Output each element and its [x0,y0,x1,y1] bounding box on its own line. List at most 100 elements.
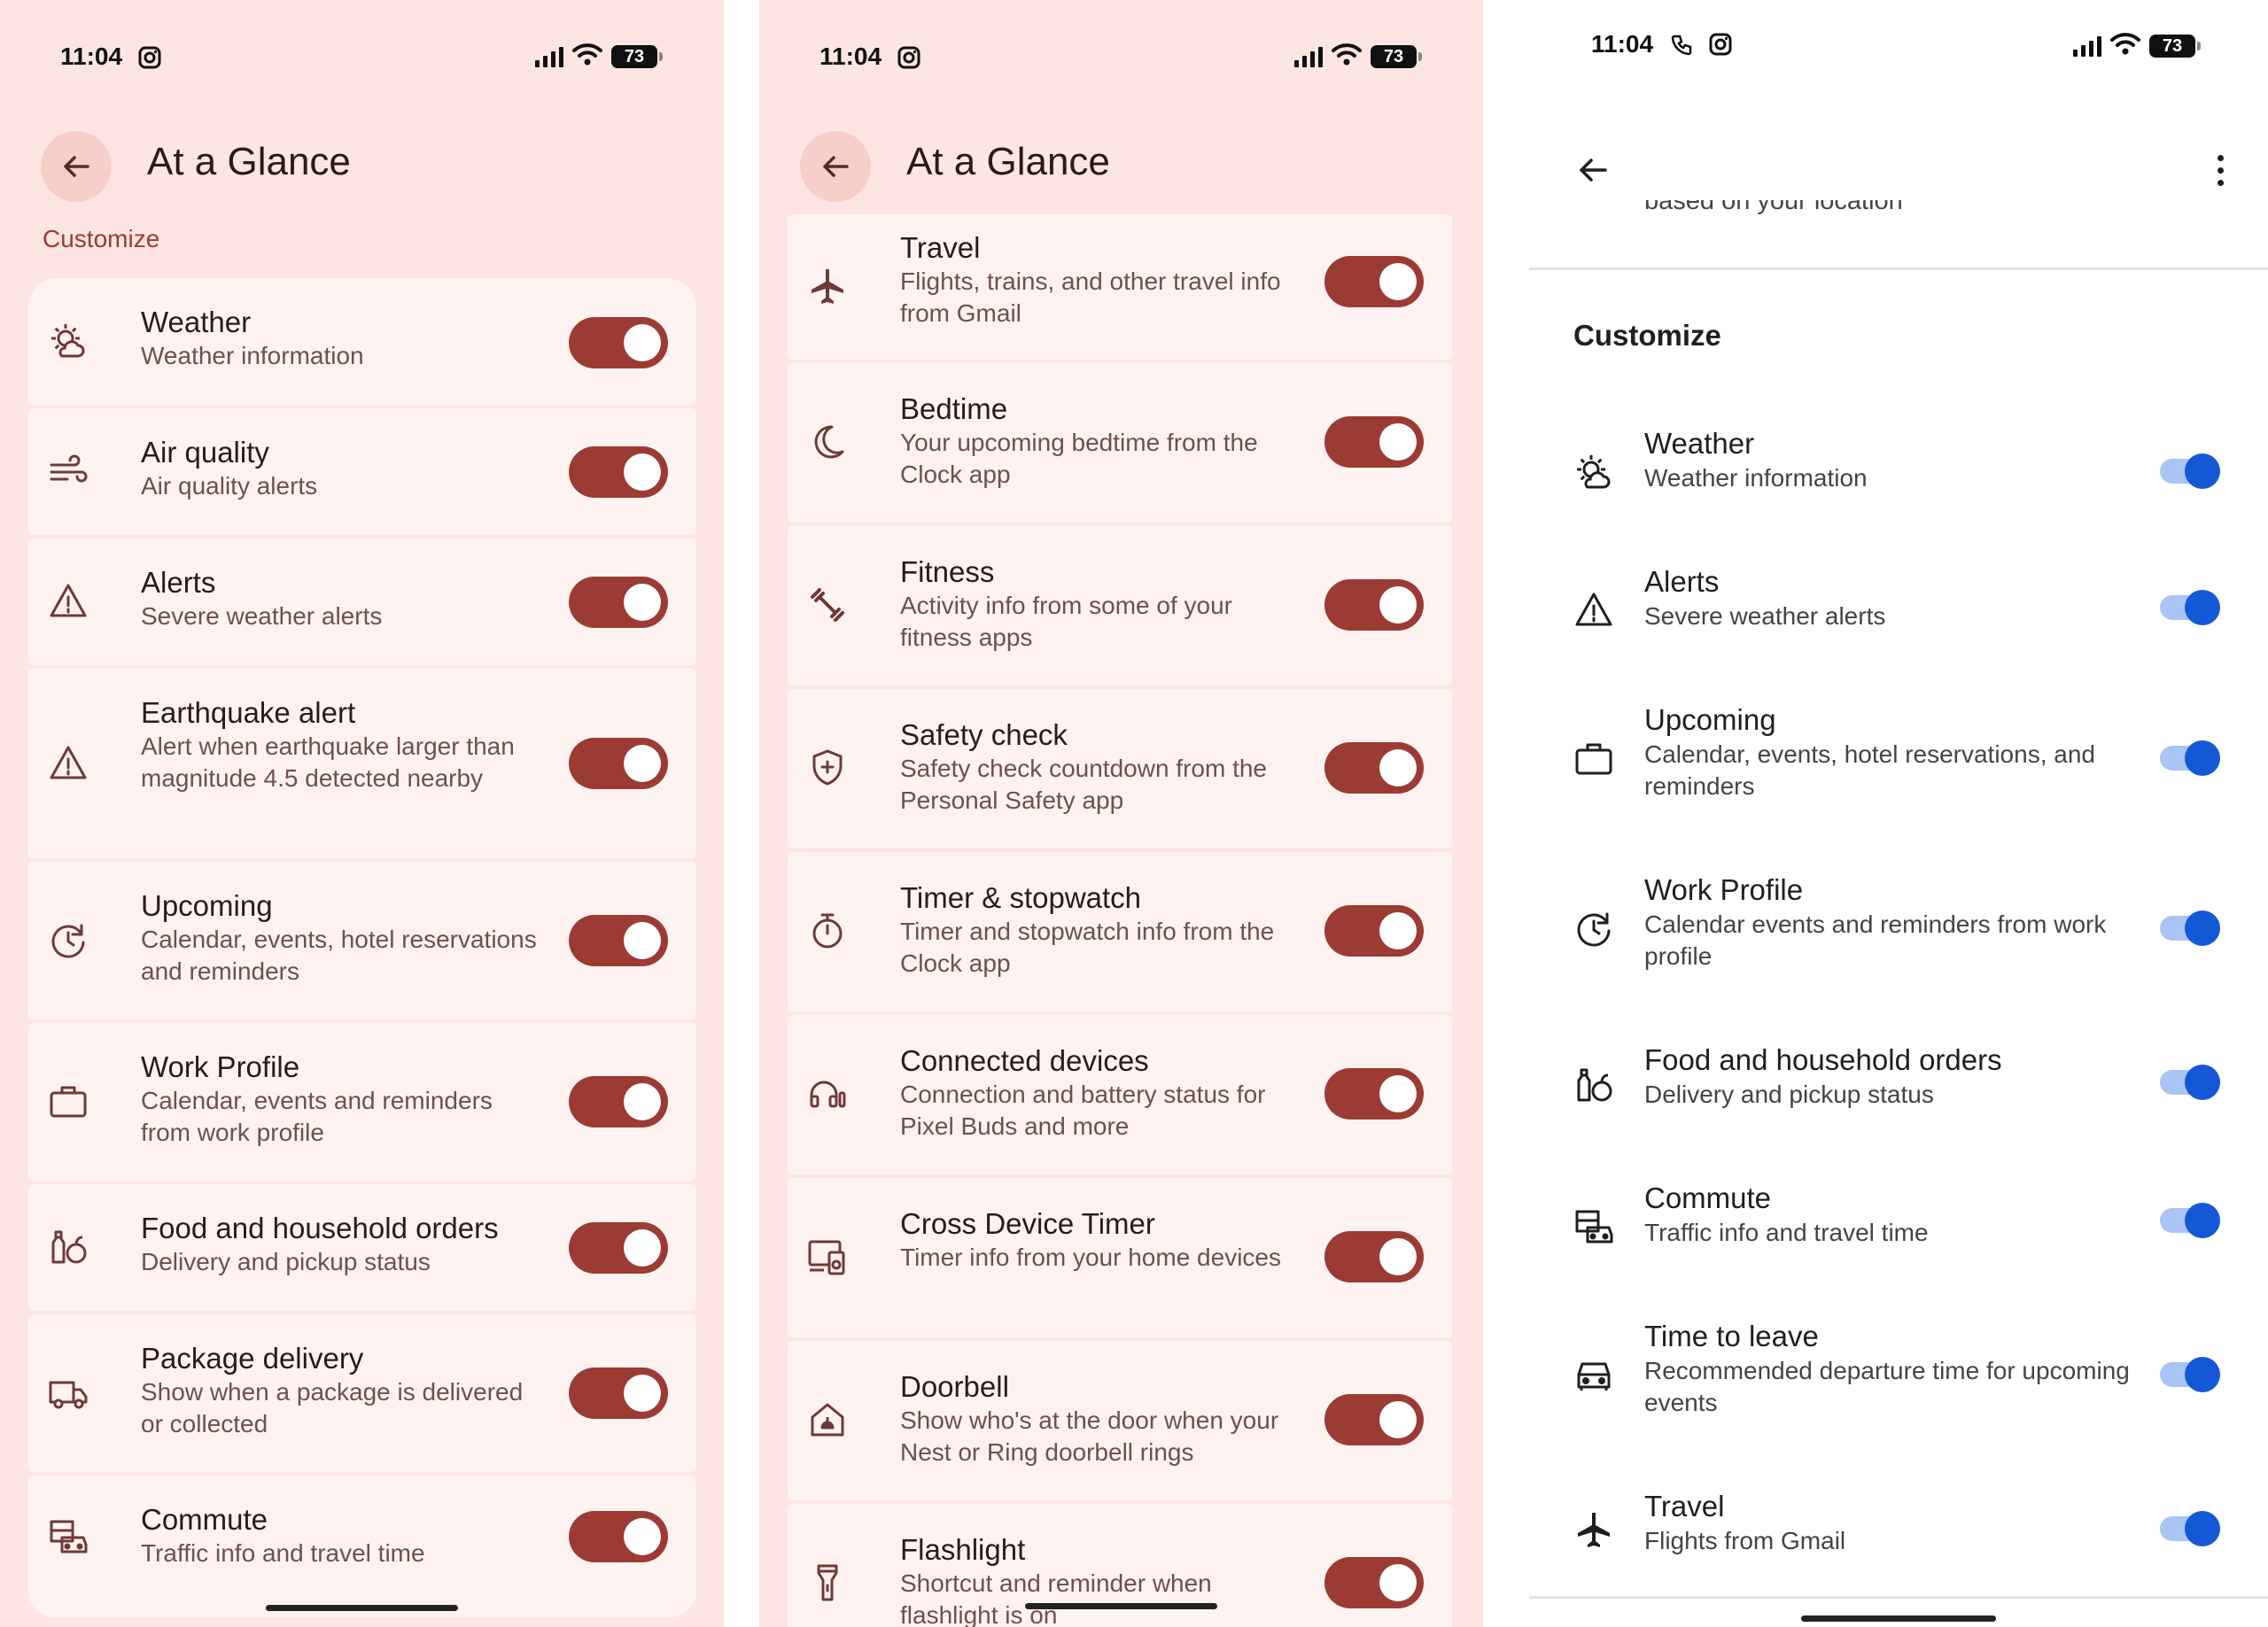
weather-toggle[interactable] [569,317,668,368]
earthquake-alert-toggle[interactable] [569,738,668,789]
setting-safety-check[interactable]: Safety check Safety check countdown from … [788,689,1452,848]
gesture-handle[interactable] [266,1605,458,1611]
setting-weather[interactable]: Weather Weather information [1529,425,2268,523]
setting-title: Alerts [1644,565,1720,598]
setting-travel[interactable]: Travel Flights from Gmail [1529,1488,2268,1585]
more-options-button[interactable] [2202,142,2238,198]
setting-subtitle: Air quality alerts [141,472,318,500]
setting-air-quality[interactable]: Air quality Air quality alerts [28,408,696,535]
time-to-leave-toggle[interactable] [2160,1357,2220,1392]
signal-icon [535,46,563,67]
setting-subtitle: Flights, trains, and other travel info f… [900,267,1281,327]
status-time: 11:04 [1591,30,1654,58]
setting-connected-devices[interactable]: Connected devices Connection and battery … [788,1015,1452,1174]
package-delivery-toggle[interactable] [569,1367,668,1419]
setting-subtitle: Delivery and pickup status [1644,1081,1934,1108]
setting-commute[interactable]: Commute Traffic info and travel time [1529,1180,2268,1277]
back-button[interactable] [1565,142,1621,198]
setting-commute[interactable]: Commute Traffic info and travel time [28,1476,696,1617]
fitness-toggle[interactable] [1324,579,1424,631]
setting-subtitle: Recommended departure time for upcoming … [1644,1357,2130,1416]
dumbbell-icon [807,585,848,625]
commute-toggle[interactable] [2160,1203,2220,1238]
settings-panel-3: 11:04 73 based on your location Customiz… [1529,0,2268,1627]
setting-bedtime[interactable]: Bedtime Your upcoming bedtime from the Cl… [788,363,1452,523]
settings-panel-1: 11:04 73 At a Glance Customize Weather We… [0,0,724,1627]
briefcase-icon [48,1081,89,1122]
setting-alerts[interactable]: Alerts Severe weather alerts [28,538,696,665]
travel-toggle[interactable] [2160,1511,2220,1546]
setting-alerts[interactable]: Alerts Severe weather alerts [1529,563,2268,661]
work-profile-toggle[interactable] [569,1076,668,1127]
setting-travel[interactable]: Travel Flights, trains, and other travel … [788,214,1452,360]
setting-time-to-leave[interactable]: Time to leave Recommended departure time … [1529,1318,2268,1433]
commute-toggle[interactable] [569,1511,668,1562]
setting-timer-stopwatch[interactable]: Timer & stopwatch Timer and stopwatch inf… [788,852,1452,1011]
setting-food-orders[interactable]: Food and household orders Delivery and pi… [28,1184,696,1311]
section-header-customize: Customize [43,225,160,252]
shield-icon [807,748,848,788]
setting-upcoming[interactable]: Upcoming Calendar, events, hotel reservat… [1529,701,2268,817]
safety-check-toggle[interactable] [1324,742,1424,794]
bedtime-toggle[interactable] [1324,416,1424,468]
setting-package-delivery[interactable]: Package delivery Show when a package is d… [28,1314,696,1472]
setting-title: Alerts [141,566,216,599]
airplane-icon [807,266,848,306]
setting-subtitle: Severe weather alerts [1644,602,1886,630]
gesture-handle[interactable] [1025,1603,1217,1609]
alerts-toggle[interactable] [569,577,668,628]
travel-toggle[interactable] [1324,256,1424,307]
doorbell-toggle[interactable] [1324,1394,1424,1445]
doorbell-icon [807,1399,848,1440]
setting-cross-device-timer[interactable]: Cross Device Timer Timer info from your h… [788,1178,1452,1337]
setting-work-profile[interactable]: Work Profile Calendar, events and reminde… [28,1023,696,1181]
truck-icon [48,1373,89,1414]
setting-title: Timer & stopwatch [900,881,1142,914]
status-time: 11:04 [60,43,123,70]
signal-icon [2073,35,2101,57]
upcoming-toggle[interactable] [2160,740,2220,776]
setting-weather[interactable]: Weather Weather information [28,278,696,405]
battery-indicator: 73 [2149,34,2201,58]
flashlight-toggle[interactable] [1324,1557,1424,1608]
air-quality-toggle[interactable] [569,446,668,498]
alerts-toggle[interactable] [2160,590,2220,625]
warning-icon [1573,590,1614,631]
connected-devices-toggle[interactable] [1324,1068,1424,1120]
weather-toggle[interactable] [2160,453,2220,489]
setting-title: Package delivery [141,1342,364,1375]
status-time: 11:04 [819,43,882,70]
setting-title: Cross Device Timer [900,1207,1155,1240]
clock-icon [48,920,89,961]
setting-upcoming[interactable]: Upcoming Calendar, events, hotel reservat… [28,862,696,1019]
gesture-handle[interactable] [1801,1615,1996,1622]
food-orders-toggle[interactable] [2160,1065,2220,1100]
setting-subtitle: Shortcut and reminder when flashlight is… [900,1569,1212,1627]
upcoming-toggle[interactable] [569,915,668,966]
setting-title: Commute [1644,1182,1772,1214]
setting-title: Weather [141,306,252,338]
back-button[interactable] [41,131,112,202]
work-profile-toggle[interactable] [2160,910,2220,946]
setting-fitness[interactable]: Fitness Activity info from some of your f… [788,526,1452,686]
setting-work-profile[interactable]: Work Profile Calendar events and reminder… [1529,872,2268,987]
wifi-icon [572,43,602,70]
food-orders-toggle[interactable] [569,1222,668,1274]
cross-device-timer-toggle[interactable] [1324,1231,1424,1282]
setting-title: Weather [1644,427,1755,460]
setting-doorbell[interactable]: Doorbell Show who's at the door when your… [788,1341,1452,1500]
grocery-icon [48,1227,89,1267]
setting-subtitle: Flights from Gmail [1644,1527,1846,1554]
setting-food-orders[interactable]: Food and household orders Delivery and pi… [1529,1042,2268,1139]
divider [1529,1596,2268,1599]
wind-icon [48,451,89,492]
setting-subtitle: Severe weather alerts [141,602,383,630]
instagram-icon [1709,33,1732,60]
back-button[interactable] [800,131,871,202]
setting-title: Fitness [900,555,995,588]
stopwatch-icon [807,910,848,951]
timer-stopwatch-toggle[interactable] [1324,905,1424,957]
clock-icon [1573,909,1614,949]
setting-earthquake-alert[interactable]: Earthquake alert Alert when earthquake la… [28,669,696,858]
arrow-left-icon [1580,159,1607,182]
